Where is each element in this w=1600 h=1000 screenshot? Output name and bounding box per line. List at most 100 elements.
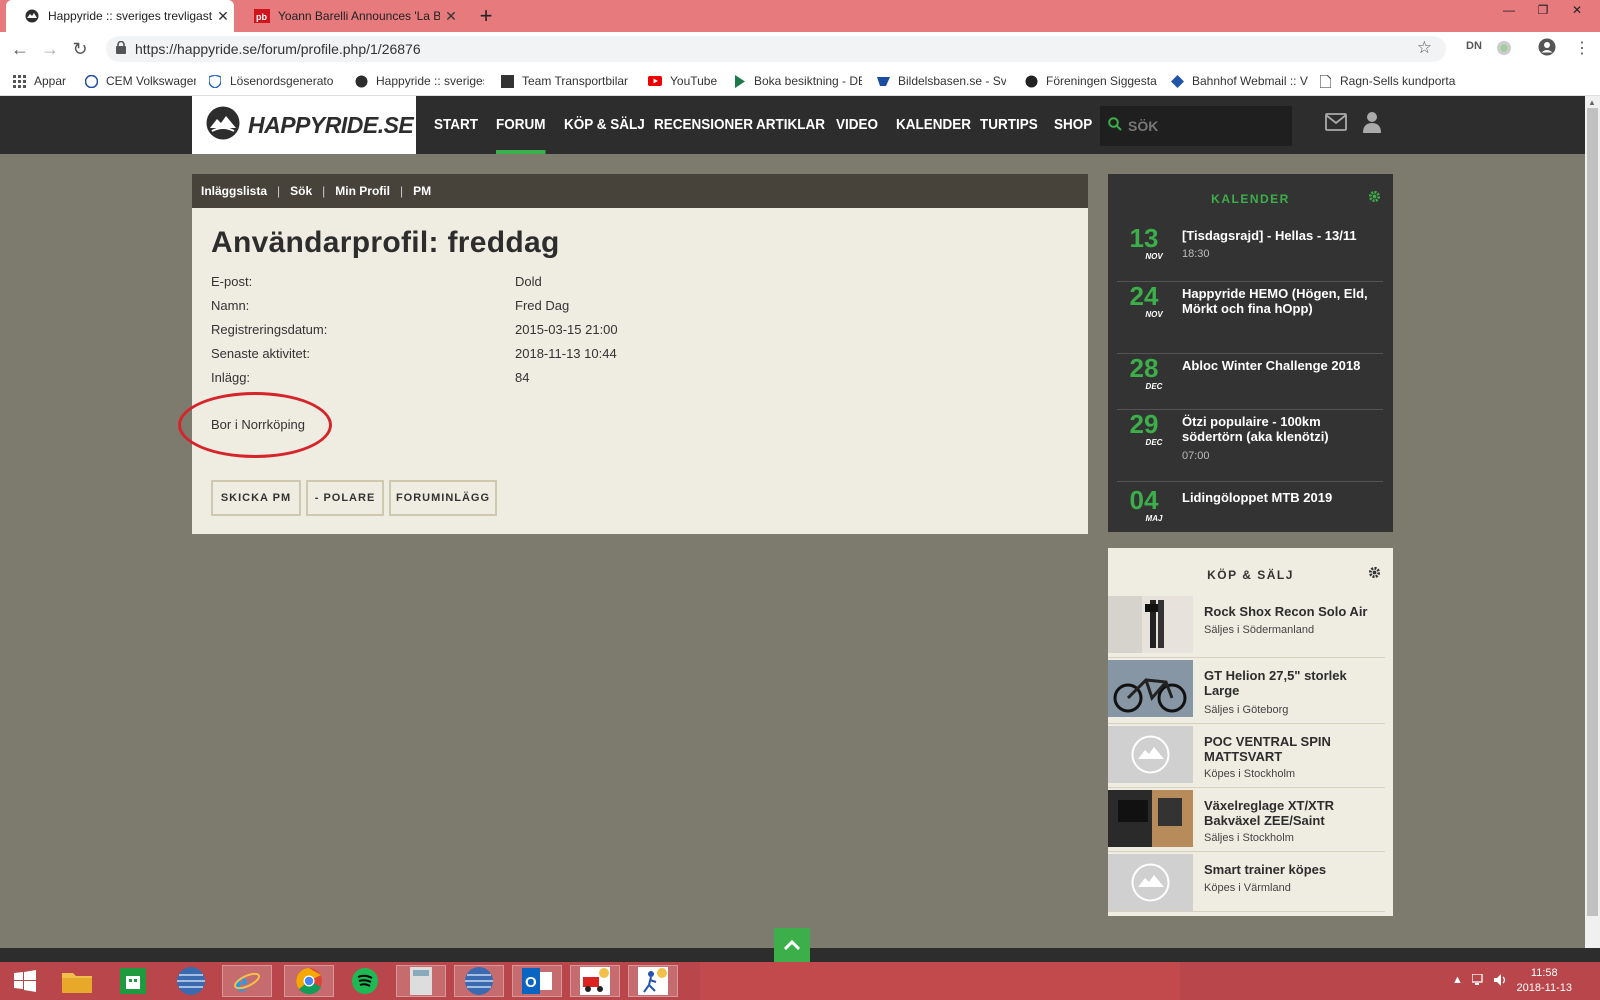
calendar-event[interactable]: 29 DEC Ötzi populaire - 100km södertörn …	[1117, 410, 1383, 482]
svg-text:O: O	[525, 974, 537, 991]
bookmark-happyride[interactable]: Happyride :: sveriges	[354, 74, 484, 88]
profile-avatar-icon[interactable]	[1538, 38, 1556, 59]
user-icon[interactable]	[1363, 111, 1381, 138]
nav-shop[interactable]: SHOP	[1054, 96, 1092, 154]
nav-kalender[interactable]: KALENDER	[896, 96, 971, 154]
listing-item[interactable]: Smart trainer köpes Köpes i Värmland	[1108, 854, 1385, 912]
event-day: 29	[1129, 409, 1159, 439]
calendar-event[interactable]: 13 NOV [Tisdagsrajd] - Hellas - 13/11 18…	[1117, 224, 1383, 282]
restore-icon[interactable]: ❐	[1526, 0, 1560, 22]
tab-happyride[interactable]: Happyride :: sveriges trevligaste c ✕	[6, 0, 234, 32]
close-tab-icon[interactable]: ✕	[212, 8, 234, 25]
app-globe-icon[interactable]	[454, 965, 504, 997]
scroll-to-top-button[interactable]	[774, 928, 810, 962]
scrollbar-thumb[interactable]	[1587, 108, 1598, 916]
listing-item[interactable]: Rock Shox Recon Solo Air Säljes i Söderm…	[1108, 596, 1385, 658]
crumb-min-profil[interactable]: Min Profil	[335, 184, 390, 198]
bookmark-apps[interactable]: Appar	[12, 74, 66, 88]
page-scrollbar[interactable]: ▲ ▼	[1585, 96, 1600, 962]
friend-button[interactable]: - POLARE	[306, 480, 384, 516]
calculator-icon[interactable]	[396, 965, 446, 997]
shield-extension-icon[interactable]	[1496, 40, 1512, 59]
bookmark-losenordsgenerator[interactable]: Lösenordsgenerator	[208, 74, 334, 88]
crumb-pm[interactable]: PM	[413, 184, 431, 198]
calendar-event[interactable]: 04 MAJ Lidingöloppet MTB 2019	[1117, 486, 1383, 532]
volume-icon[interactable]	[1494, 974, 1508, 989]
forum-posts-button[interactable]: FORUMINLÄGG	[389, 480, 497, 516]
tab-pinkbike[interactable]: pb Yoann Barelli Announces 'La Bag ✕	[236, 0, 462, 32]
spotify-icon[interactable]	[340, 965, 390, 997]
scroll-up-arrow-icon[interactable]: ▲	[1588, 98, 1596, 107]
bookmark-team-transportbilar[interactable]: Team Transportbilar	[500, 74, 632, 88]
forward-arrow-icon[interactable]: →	[38, 38, 62, 62]
close-tab-icon[interactable]: ✕	[440, 8, 462, 25]
listing-item[interactable]: GT Helion 27,5" storlek Large Säljes i G…	[1108, 660, 1385, 724]
calendar-event[interactable]: 28 DEC Abloc Winter Challenge 2018	[1117, 354, 1383, 410]
gear-icon[interactable]	[1368, 566, 1381, 584]
event-title: [Tisdagsrajd] - Hellas - 13/11	[1182, 228, 1357, 243]
nav-kop-salj[interactable]: KÖP & SÄLJ	[564, 96, 645, 154]
page-title: Användarprofil: freddag	[211, 226, 560, 259]
site-search-input[interactable]: SÖK	[1100, 106, 1292, 146]
crumb-inlaggslista[interactable]: Inläggslista	[201, 184, 267, 198]
chrome-icon[interactable]	[284, 965, 334, 997]
bookmark-bahnhof-webmail[interactable]: Bahnhof Webmail :: V	[1170, 74, 1308, 88]
menu-kebab-icon[interactable]: ⋮	[1574, 38, 1590, 58]
placeholder-logo-icon	[1108, 854, 1193, 911]
reload-icon[interactable]: ↻	[68, 38, 92, 62]
listing-item[interactable]: Växelreglage XT/XTR Bakväxel ZEE/Saint S…	[1108, 790, 1385, 852]
mail-icon[interactable]	[1325, 113, 1347, 136]
nav-recensioner[interactable]: RECENSIONER	[654, 96, 753, 154]
bookmark-cem-volkswagen[interactable]: CEM Volkswagen	[84, 74, 196, 88]
bookmark-star-icon[interactable]: ☆	[1417, 38, 1432, 58]
close-window-icon[interactable]: ✕	[1560, 0, 1594, 22]
store-icon[interactable]	[108, 965, 158, 997]
dn-extension-icon[interactable]: DN	[1466, 40, 1482, 52]
bookmark-boka-besiktning[interactable]: Boka besiktning - DE	[732, 74, 862, 88]
site-logo[interactable]: HAPPYRIDE.SE	[192, 96, 416, 154]
tray-chevron-up-icon[interactable]: ▲	[1452, 974, 1463, 986]
new-tab-button[interactable]: +	[474, 4, 498, 28]
crumb-sok[interactable]: Sök	[290, 184, 312, 198]
address-bar[interactable]: https://happyride.se/forum/profile.php/1…	[106, 36, 1446, 62]
back-arrow-icon[interactable]: ←	[8, 38, 32, 62]
truck-app-icon[interactable]	[570, 965, 620, 997]
bookmark-ragn-sells[interactable]: Ragn-Sells kundporta	[1318, 74, 1458, 88]
field-value-epost: Dold	[515, 274, 542, 289]
taskbar-clock[interactable]: 11:58 2018-11-13	[1517, 966, 1572, 996]
vw-logo-icon	[84, 74, 98, 88]
nav-artiklar[interactable]: ARTIKLAR	[756, 96, 825, 154]
gear-icon[interactable]	[1368, 190, 1381, 208]
listing-title: POC VENTRAL SPIN MATTSVART	[1204, 734, 1331, 764]
listing-item[interactable]: POC VENTRAL SPIN MATTSVART Köpes i Stock…	[1108, 726, 1385, 788]
send-pm-button[interactable]: SKICKA PM	[211, 480, 301, 516]
file-explorer-icon[interactable]	[52, 965, 102, 997]
bike-photo	[1108, 660, 1193, 717]
happyride-favicon-icon	[24, 8, 40, 24]
windows-start-icon[interactable]	[0, 965, 50, 997]
app-globe-icon[interactable]	[166, 965, 216, 997]
nav-turtips[interactable]: TURTIPS	[980, 96, 1038, 154]
bookmark-bildelsbasen[interactable]: Bildelsbasen.se - Sve	[876, 74, 1006, 88]
listing-title: Smart trainer köpes	[1204, 862, 1327, 877]
field-label-registreringsdatum: Registreringsdatum:	[211, 322, 328, 337]
nav-video[interactable]: VIDEO	[836, 96, 878, 154]
listing-location: Säljes i Göteborg	[1204, 704, 1289, 716]
calendar-event[interactable]: 24 NOV Happyride HEMO (Högen, Eld, Mörkt…	[1117, 282, 1383, 354]
clock-time: 11:58	[1530, 967, 1558, 979]
minimize-icon[interactable]: —	[1492, 0, 1526, 22]
bookmark-foreningen-siggesta[interactable]: Föreningen Siggesta	[1024, 74, 1166, 88]
event-title: Happyride HEMO (Högen, Eld, Mörkt och fi…	[1182, 286, 1368, 316]
outlook-icon[interactable]: O	[512, 965, 562, 997]
network-icon[interactable]	[1471, 973, 1486, 989]
buy-sell-widget: KÖP & SÄLJ Rock Shox Recon Solo Air Sälj…	[1108, 548, 1393, 916]
nav-forum[interactable]: FORUM	[496, 96, 546, 154]
parts-photo	[1108, 790, 1193, 847]
url-text: https://happyride.se/forum/profile.php/1…	[135, 41, 421, 57]
bookmark-youtube[interactable]: YouTube	[648, 74, 718, 88]
listing-title: GT Helion 27,5" storlek Large	[1204, 668, 1347, 698]
internet-explorer-icon[interactable]: e	[222, 965, 272, 997]
runner-app-icon[interactable]	[628, 965, 678, 997]
nav-start[interactable]: START	[434, 96, 478, 154]
browser-tab-bar: Happyride :: sveriges trevligaste c ✕ pb…	[0, 0, 1600, 32]
